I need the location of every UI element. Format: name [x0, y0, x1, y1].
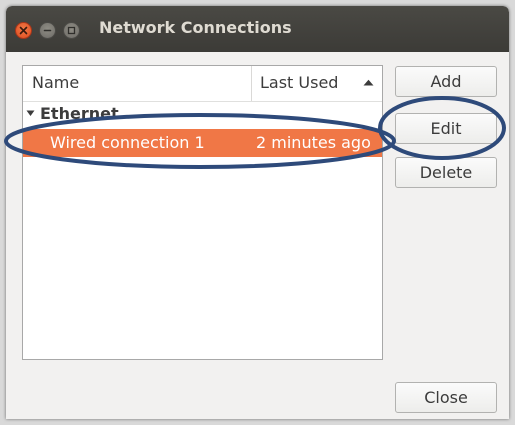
connection-row-wired-connection-1[interactable]: Wired connection 1 2 minutes ago	[23, 129, 382, 157]
group-label: Ethernet	[40, 104, 119, 123]
expander-arrow-icon[interactable]	[26, 110, 35, 117]
delete-button[interactable]: Delete	[395, 157, 497, 188]
connection-last-used: 2 minutes ago	[256, 133, 371, 152]
title-bar[interactable]: Network Connections	[6, 6, 509, 52]
window-maximize-button[interactable]	[63, 22, 80, 39]
group-row-ethernet[interactable]: Ethernet	[23, 102, 382, 128]
sort-ascending-icon	[363, 79, 374, 86]
network-connections-window: Network Connections Name Last Used Ether…	[6, 6, 509, 419]
add-button[interactable]: Add	[395, 66, 497, 97]
column-header-last-used-label: Last Used	[260, 73, 339, 92]
window-title: Network Connections	[99, 18, 292, 37]
connections-list[interactable]: Name Last Used Ethernet Wired connection…	[22, 65, 383, 360]
close-icon	[19, 26, 28, 35]
window-minimize-button[interactable]	[39, 22, 56, 39]
column-header-last-used[interactable]: Last Used	[252, 66, 382, 101]
column-header-name-label: Name	[32, 73, 80, 92]
list-header: Name Last Used	[23, 66, 382, 102]
column-header-name[interactable]: Name	[23, 66, 252, 101]
window-close-button[interactable]	[15, 22, 32, 39]
edit-button[interactable]: Edit	[395, 113, 497, 144]
maximize-icon	[67, 26, 76, 35]
connection-name: Wired connection 1	[50, 133, 205, 152]
minimize-icon	[43, 29, 52, 32]
close-button[interactable]: Close	[395, 382, 497, 413]
